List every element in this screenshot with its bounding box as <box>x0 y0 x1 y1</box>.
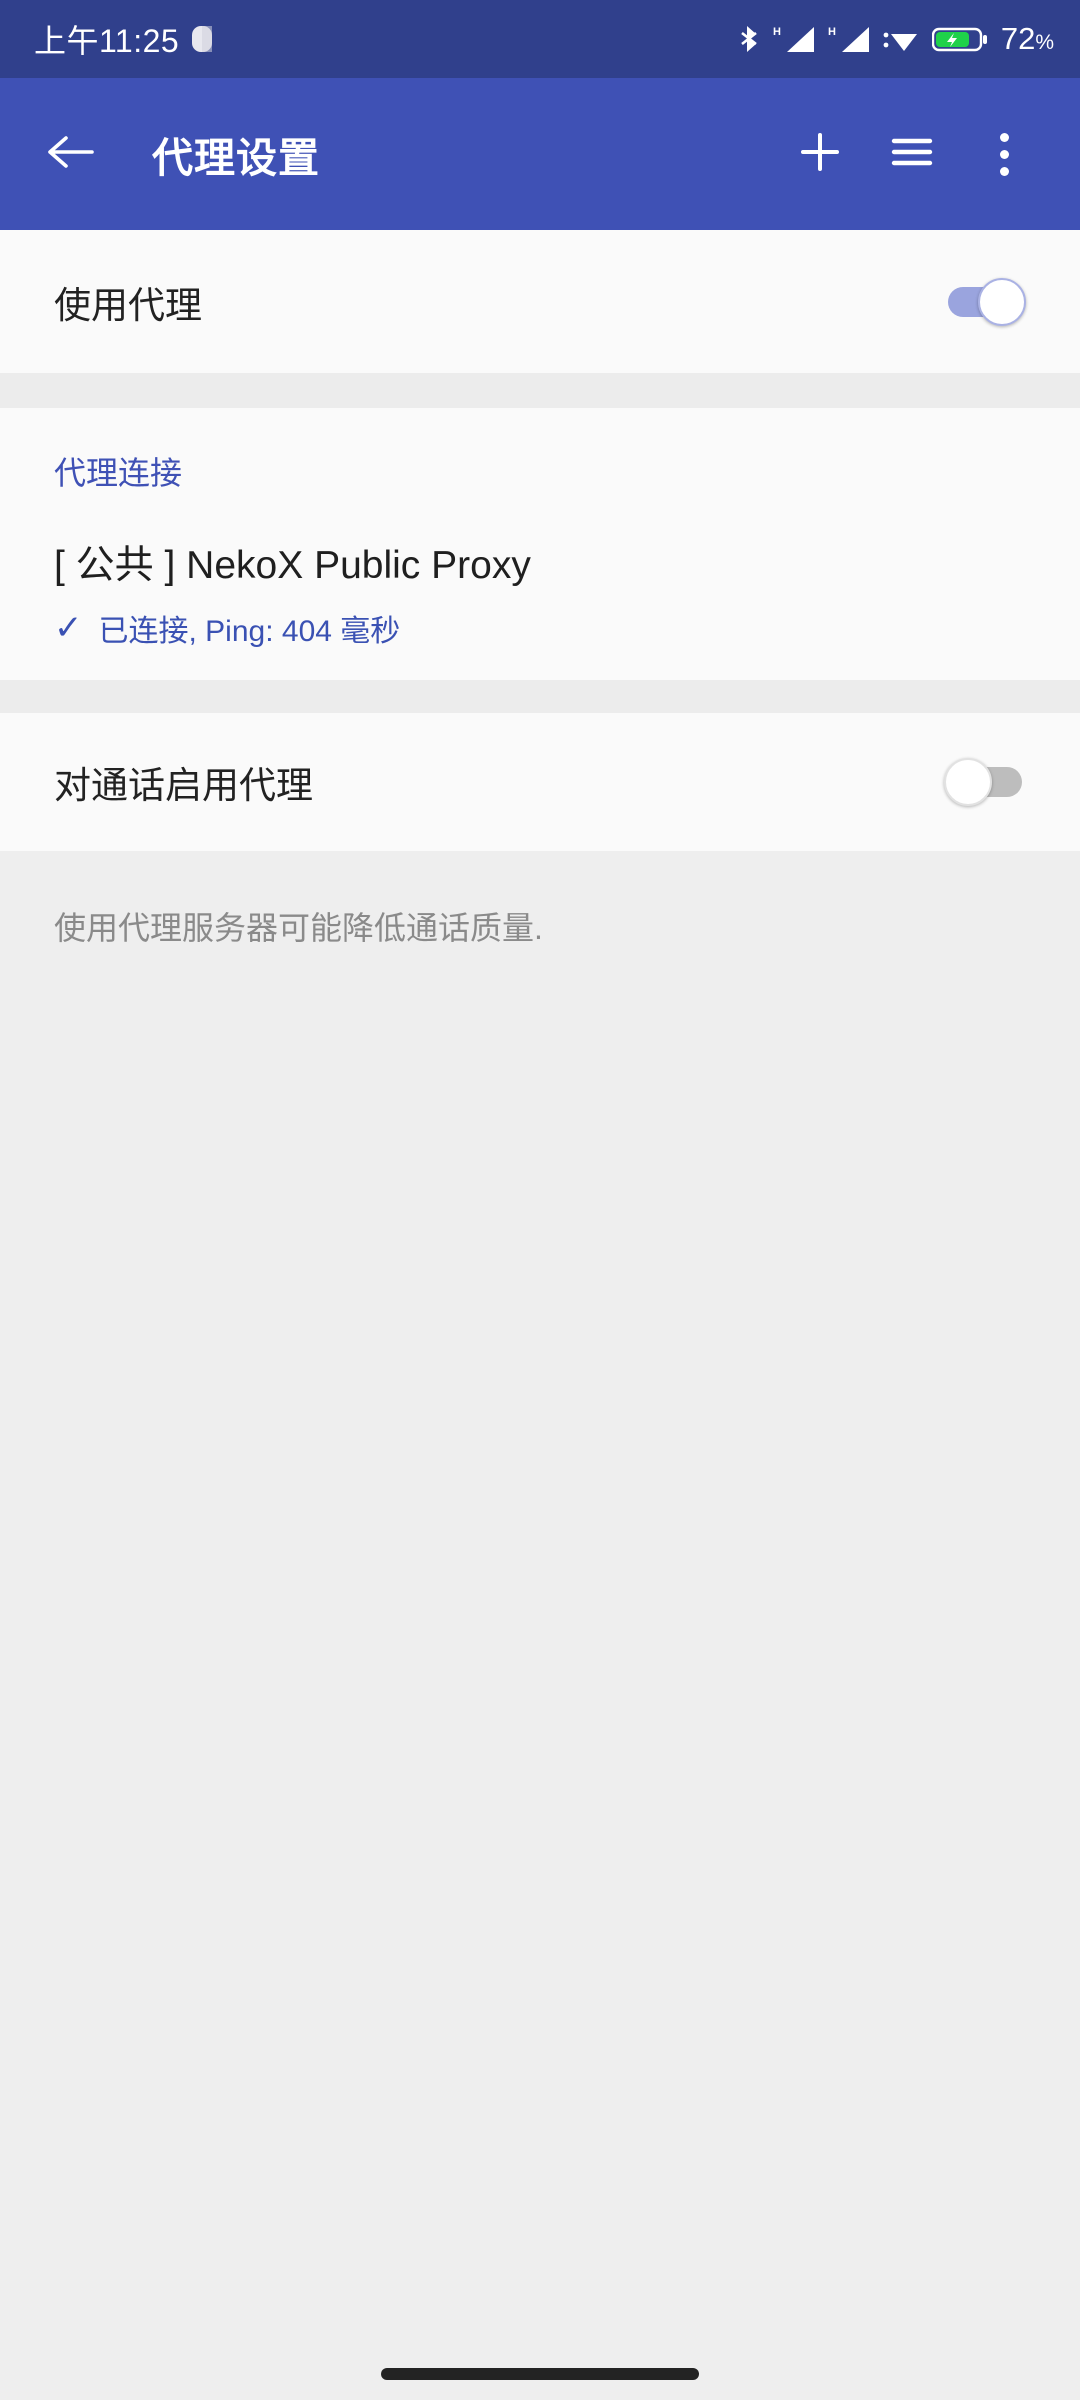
svg-text:H: H <box>773 26 781 38</box>
overflow-menu-icon <box>999 132 1009 176</box>
calls-proxy-toggle[interactable] <box>944 758 1026 806</box>
status-clock: 上午11:25 <box>34 23 180 59</box>
proxy-item-title: [ 公共 ] NekoX Public Proxy <box>54 544 531 587</box>
bluetooth-icon <box>740 24 762 54</box>
list-menu-button[interactable] <box>866 108 958 200</box>
add-proxy-button[interactable] <box>774 108 866 200</box>
proxy-status-text: 已连接, Ping: 404 毫秒 <box>98 615 401 648</box>
status-bar-icons: H H 72% <box>740 21 1054 57</box>
footer-spacer <box>0 851 1080 903</box>
use-proxy-row[interactable]: 使用代理 <box>0 230 1080 373</box>
app-bar: 代理设置 <box>0 78 1080 230</box>
page-title: 代理设置 <box>152 135 320 181</box>
use-proxy-label: 使用代理 <box>54 284 202 326</box>
status-bar: 上午11:25 H H 72% <box>0 0 1080 78</box>
footer-note: 使用代理服务器可能降低通话质量. <box>54 910 543 946</box>
calls-proxy-card: 对通话启用代理 <box>0 713 1080 851</box>
battery-percent: 72% <box>1000 21 1054 56</box>
plus-icon <box>797 129 843 180</box>
signal-h-icon: H <box>773 23 817 55</box>
back-button[interactable] <box>34 118 106 190</box>
gesture-nav-pill[interactable] <box>381 2368 699 2380</box>
proxy-connection-card: 代理连接 [ 公共 ] NekoX Public Proxy ✓ 已连接, Pi… <box>0 408 1080 680</box>
calls-proxy-label: 对通话启用代理 <box>54 765 313 806</box>
check-icon: ✓ <box>54 609 83 647</box>
use-proxy-toggle[interactable] <box>944 277 1026 326</box>
svg-text:H: H <box>828 26 836 38</box>
toggle-thumb <box>978 277 1026 326</box>
use-proxy-card: 使用代理 <box>0 230 1080 373</box>
status-bar-left: 上午11:25 <box>34 16 215 62</box>
toggle-thumb <box>944 758 992 806</box>
arrow-left-icon <box>45 132 95 177</box>
wifi-icon <box>883 24 921 54</box>
proxy-section-header: 代理连接 <box>54 455 183 491</box>
section-divider <box>0 373 1080 408</box>
proxy-item-status: ✓ 已连接, Ping: 404 毫秒 <box>0 606 1080 650</box>
phone-screen: 上午11:25 H H 72% 代理设置 使用代理 代理连接 [公共] Ne… <box>0 0 1080 2400</box>
hamburger-icon <box>889 132 935 177</box>
battery-charging-icon <box>931 24 988 54</box>
signal-h-icon: H <box>828 23 872 55</box>
overflow-menu-button[interactable] <box>958 108 1050 200</box>
capsule-icon <box>189 24 215 54</box>
calls-proxy-row[interactable]: 对通话启用代理 <box>0 713 1080 851</box>
section-divider <box>0 680 1080 713</box>
proxy-list-item[interactable]: [ 公共 ] NekoX Public Proxy ✓ 已连接, Ping: 4… <box>0 534 1080 650</box>
app-bar-actions <box>774 108 1050 200</box>
